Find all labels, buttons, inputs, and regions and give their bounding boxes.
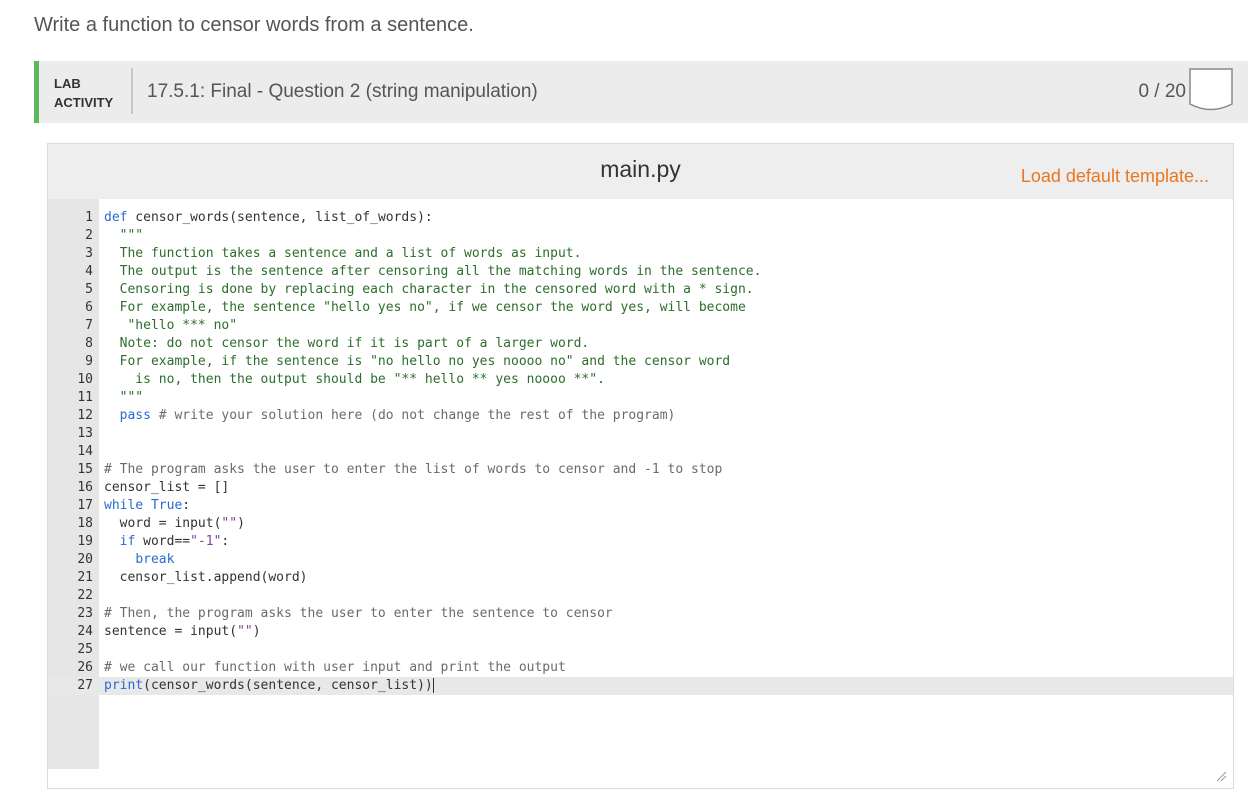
line-number: 15	[48, 461, 93, 479]
code-line[interactable]: 22	[48, 587, 1233, 605]
line-number: 24	[48, 623, 93, 641]
code-line[interactable]: 14	[48, 443, 1233, 461]
line-number: 12	[48, 407, 93, 425]
code-line-text: Censoring is done by replacing each char…	[104, 281, 754, 299]
code-line[interactable]: 1 def censor_words(sentence, list_of_word…	[48, 209, 1233, 227]
code-line[interactable]: 5 Censoring is done by replacing each ch…	[48, 281, 1233, 299]
code-line-text: """	[104, 389, 143, 407]
code-line[interactable]: 6 For example, the sentence "hello yes n…	[48, 299, 1233, 317]
code-line-text: # we call our function with user input a…	[104, 659, 566, 677]
line-number: 22	[48, 587, 93, 605]
line-number: 25	[48, 641, 93, 659]
code-line[interactable]: 8 Note: do not censor the word if it is …	[48, 335, 1233, 353]
line-number: 19	[48, 533, 93, 551]
code-line-text: The function takes a sentence and a list…	[104, 245, 581, 263]
code-line-text: # Then, the program asks the user to ent…	[104, 605, 613, 623]
lab-label-line2: ACTIVITY	[54, 93, 113, 112]
header-divider	[131, 68, 133, 114]
code-line[interactable]: 16 censor_list = []	[48, 479, 1233, 497]
line-number: 17	[48, 497, 93, 515]
line-number: 7	[48, 317, 93, 335]
line-number: 3	[48, 245, 93, 263]
code-line[interactable]: 3 The function takes a sentence and a li…	[48, 245, 1233, 263]
line-number: 10	[48, 371, 93, 389]
line-number: 23	[48, 605, 93, 623]
code-line-text: """	[104, 227, 143, 245]
code-line-text: censor_list = []	[104, 479, 229, 497]
code-line[interactable]: 19 if word=="-1":	[48, 533, 1233, 551]
line-number: 5	[48, 281, 93, 299]
load-default-template-link[interactable]: Load default template...	[1021, 166, 1209, 187]
code-line-text: break	[104, 551, 174, 569]
editor-toolbar: main.py Load default template...	[48, 144, 1233, 199]
code-line-text: Note: do not censor the word if it is pa…	[104, 335, 589, 353]
line-number: 13	[48, 425, 93, 443]
code-editor[interactable]: main.py Load default template... 1 def ce…	[47, 143, 1234, 789]
code-line[interactable]: 25	[48, 641, 1233, 659]
code-line-text: is no, then the output should be "** hel…	[104, 371, 605, 389]
code-line[interactable]: 7 "hello *** no"	[48, 317, 1233, 335]
line-number: 6	[48, 299, 93, 317]
score-badge-icon	[1188, 67, 1234, 113]
code-line[interactable]: 23 # Then, the program asks the user to e…	[48, 605, 1233, 623]
lab-activity-header: LAB ACTIVITY 17.5.1: Final - Question 2 …	[34, 61, 1248, 123]
line-number: 18	[48, 515, 93, 533]
code-line[interactable]: 15 # The program asks the user to enter t…	[48, 461, 1233, 479]
code-line-text: print(censor_words(sentence, censor_list…	[104, 677, 434, 695]
code-line[interactable]: 12 pass # write your solution here (do n…	[48, 407, 1233, 425]
lab-label-line1: LAB	[54, 74, 113, 93]
score-text: 0 / 20	[1138, 81, 1186, 103]
code-text-area[interactable]: 1 def censor_words(sentence, list_of_word…	[48, 209, 1233, 695]
code-line-text: For example, the sentence "hello yes no"…	[104, 299, 746, 317]
lab-title: 17.5.1: Final - Question 2 (string manip…	[147, 81, 538, 103]
code-line-text: The output is the sentence after censori…	[104, 263, 761, 281]
code-line-text: For example, if the sentence is "no hell…	[104, 353, 730, 371]
code-line-text: if word=="-1":	[104, 533, 229, 551]
code-line-text: sentence = input("")	[104, 623, 261, 641]
code-line[interactable]: 17 while True:	[48, 497, 1233, 515]
line-number: 2	[48, 227, 93, 245]
code-line-text: censor_list.append(word)	[104, 569, 308, 587]
prompt-text: Write a function to censor words from a …	[34, 14, 474, 37]
code-line-text: # The program asks the user to enter the…	[104, 461, 722, 479]
code-line[interactable]: 18 word = input("")	[48, 515, 1233, 533]
code-line[interactable]: 2 """	[48, 227, 1233, 245]
code-line-text: def censor_words(sentence, list_of_words…	[104, 209, 433, 227]
code-line[interactable]: 26 # we call our function with user input…	[48, 659, 1233, 677]
code-line[interactable]: 24 sentence = input("")	[48, 623, 1233, 641]
code-line[interactable]: 9 For example, if the sentence is "no he…	[48, 353, 1233, 371]
code-line[interactable]: 4 The output is the sentence after censo…	[48, 263, 1233, 281]
text-cursor	[433, 678, 434, 693]
line-number: 8	[48, 335, 93, 353]
code-line-text: while True:	[104, 497, 190, 515]
line-number: 26	[48, 659, 93, 677]
line-number: 27	[48, 677, 93, 695]
line-number: 16	[48, 479, 93, 497]
resize-handle-icon[interactable]	[1215, 770, 1227, 782]
code-line[interactable]: 11 """	[48, 389, 1233, 407]
line-number: 9	[48, 353, 93, 371]
line-number: 14	[48, 443, 93, 461]
code-line-text: "hello *** no"	[104, 317, 237, 335]
code-line[interactable]: 20 break	[48, 551, 1233, 569]
code-line[interactable]: 27 print(censor_words(sentence, censor_li…	[48, 677, 1233, 695]
line-number: 20	[48, 551, 93, 569]
code-line[interactable]: 10 is no, then the output should be "** …	[48, 371, 1233, 389]
code-line-text: word = input("")	[104, 515, 245, 533]
lab-activity-label: LAB ACTIVITY	[54, 74, 113, 112]
line-number: 1	[48, 209, 93, 227]
code-line-text: pass # write your solution here (do not …	[104, 407, 675, 425]
code-line[interactable]: 13	[48, 425, 1233, 443]
code-line[interactable]: 21 censor_list.append(word)	[48, 569, 1233, 587]
line-number: 4	[48, 263, 93, 281]
line-number: 11	[48, 389, 93, 407]
line-number: 21	[48, 569, 93, 587]
